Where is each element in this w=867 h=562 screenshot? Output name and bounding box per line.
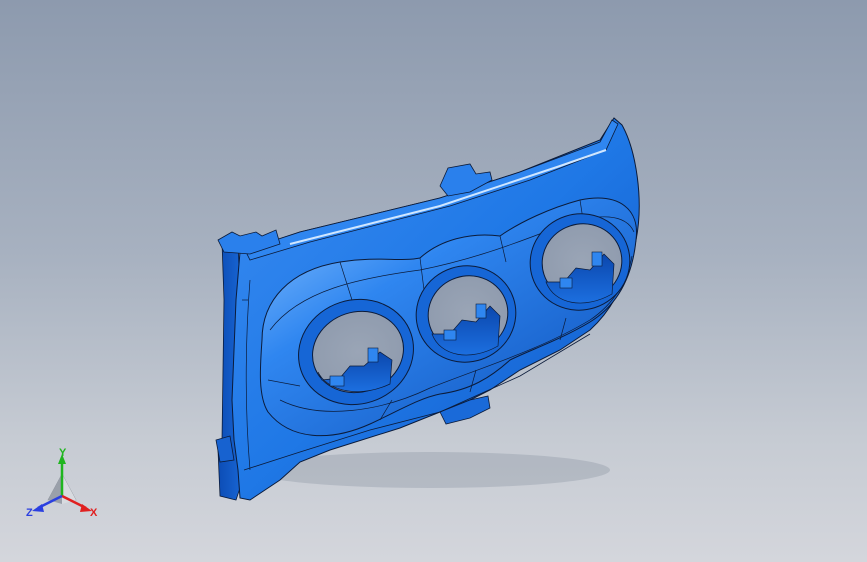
triad-x-label: X (90, 507, 98, 519)
orientation-triad[interactable]: Y X Z (24, 446, 104, 526)
graphics-viewport[interactable]: Y X Z (0, 0, 867, 562)
triad-y-label: Y (59, 447, 67, 459)
x-axis-arrow-icon (61, 494, 92, 512)
z-axis-arrow-icon (32, 494, 63, 512)
cad-model-view[interactable] (0, 0, 867, 562)
triad-z-label: Z (26, 507, 33, 519)
